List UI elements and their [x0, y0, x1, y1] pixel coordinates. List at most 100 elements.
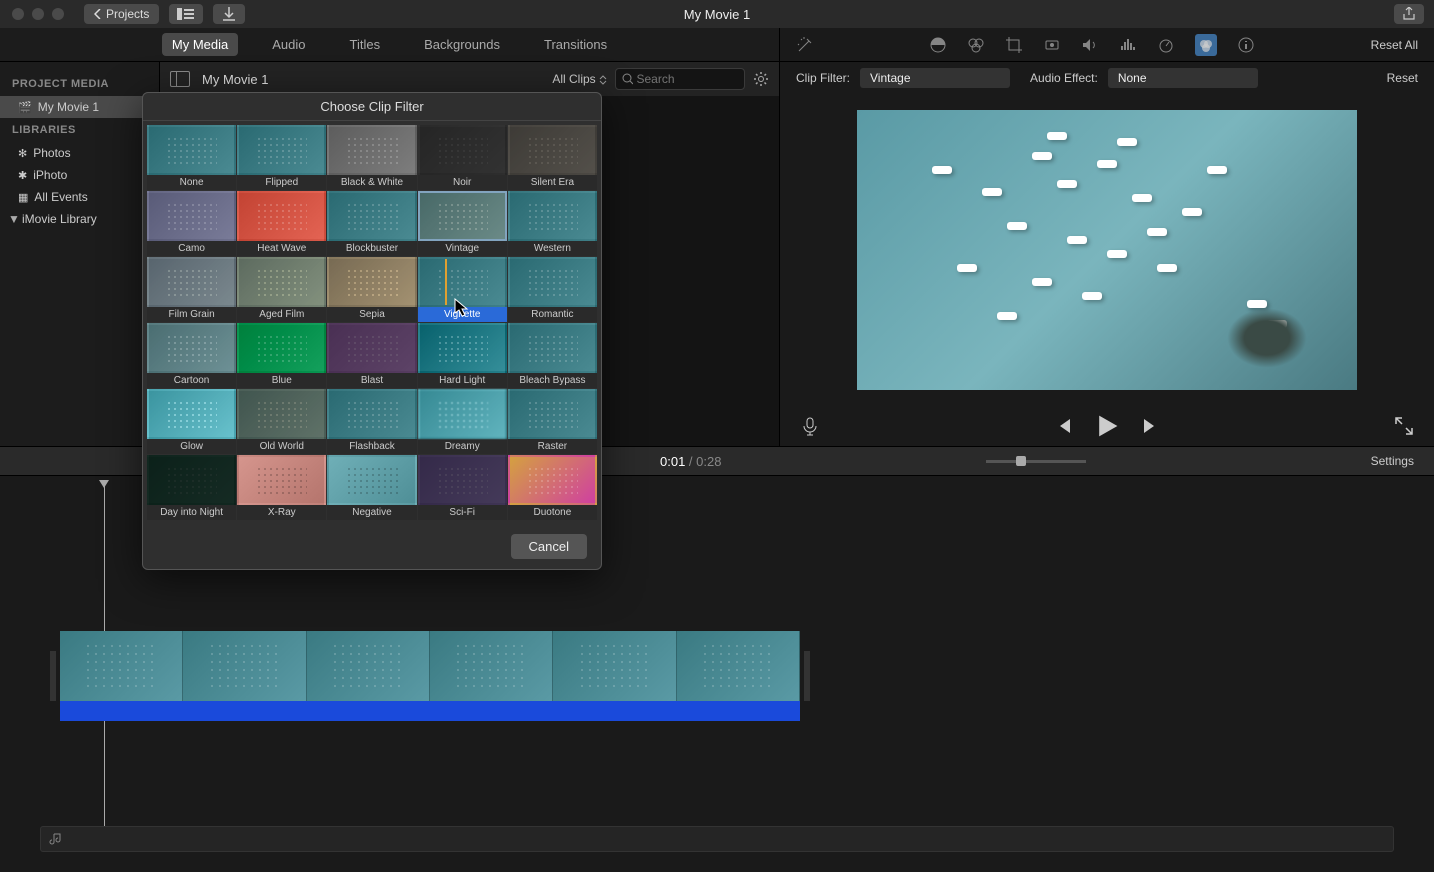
tab-my-media[interactable]: My Media [162, 33, 238, 56]
filter-option-duotone[interactable]: Duotone [508, 455, 597, 520]
search-input[interactable] [637, 72, 739, 86]
filter-thumbnail [508, 191, 597, 241]
filter-option-aged-film[interactable]: Aged Film [237, 257, 326, 322]
tab-audio[interactable]: Audio [262, 33, 315, 56]
filter-option-old-world[interactable]: Old World [237, 389, 326, 454]
filter-option-bleach-bypass[interactable]: Bleach Bypass [508, 323, 597, 388]
filter-option-vignette[interactable]: Vignette [418, 257, 507, 322]
filter-option-blockbuster[interactable]: Blockbuster [327, 191, 416, 256]
filter-option-x-ray[interactable]: X-Ray [237, 455, 326, 520]
share-button[interactable] [1394, 4, 1424, 24]
filter-option-romantic[interactable]: Romantic [508, 257, 597, 322]
sidebar-toggle-button[interactable] [170, 71, 190, 87]
noise-reduction-icon[interactable] [1119, 36, 1137, 54]
cancel-button[interactable]: Cancel [511, 534, 587, 559]
color-balance-icon[interactable] [929, 36, 947, 54]
filter-option-blast[interactable]: Blast [327, 323, 416, 388]
import-button[interactable] [213, 4, 245, 24]
list-view-button[interactable] [169, 4, 203, 24]
crop-icon[interactable] [1005, 36, 1023, 54]
modal-title: Choose Clip Filter [143, 93, 601, 121]
filter-thumbnail [327, 257, 416, 307]
filter-thumbnail [508, 455, 597, 505]
palm-icon: ✱ [18, 169, 27, 182]
clapperboard-icon: 🎬 [18, 101, 32, 114]
next-button[interactable] [1140, 416, 1160, 436]
stabilization-icon[interactable] [1043, 36, 1061, 54]
audio-effect-value[interactable]: None [1108, 68, 1258, 88]
timeline-settings-button[interactable]: Settings [1371, 454, 1414, 468]
filter-thumbnail [237, 125, 326, 175]
microphone-icon[interactable] [800, 416, 820, 436]
filter-thumbnail [508, 389, 597, 439]
background-music-track[interactable] [40, 826, 1394, 852]
filter-option-vintage[interactable]: Vintage [418, 191, 507, 256]
close-window-button[interactable] [12, 8, 24, 20]
filter-option-heat-wave[interactable]: Heat Wave [237, 191, 326, 256]
filter-option-western[interactable]: Western [508, 191, 597, 256]
filter-option-dreamy[interactable]: Dreamy [418, 389, 507, 454]
filter-option-camo[interactable]: Camo [147, 191, 236, 256]
filter-option-raster[interactable]: Raster [508, 389, 597, 454]
fullscreen-icon[interactable] [1394, 416, 1414, 436]
reset-button[interactable]: Reset [1387, 71, 1418, 85]
filter-thumbnail [327, 389, 416, 439]
clip-trim-handle-left[interactable] [50, 651, 56, 701]
filter-thumbnail [237, 257, 326, 307]
music-note-icon [49, 832, 63, 846]
search-box[interactable] [615, 68, 745, 90]
tab-transitions[interactable]: Transitions [534, 33, 617, 56]
disclosure-triangle-icon[interactable]: ▼ [8, 212, 16, 226]
filter-option-silent-era[interactable]: Silent Era [508, 125, 597, 190]
zoom-window-button[interactable] [52, 8, 64, 20]
filter-option-blue[interactable]: Blue [237, 323, 326, 388]
filter-option-cartoon[interactable]: Cartoon [147, 323, 236, 388]
reset-all-button[interactable]: Reset All [1371, 38, 1418, 52]
zoom-slider[interactable] [986, 460, 1086, 463]
sidebar-item-all-events[interactable]: ▦ All Events [0, 186, 159, 208]
info-icon[interactable] [1237, 36, 1255, 54]
gear-icon[interactable] [753, 71, 769, 87]
clip-trim-handle-right[interactable] [804, 651, 810, 701]
clip-filter-icon[interactable] [1195, 34, 1217, 56]
sidebar-item-imovie-library[interactable]: ▼ iMovie Library [0, 208, 159, 230]
filter-option-glow[interactable]: Glow [147, 389, 236, 454]
filter-label: Western [508, 241, 597, 256]
sidebar-item-iphoto[interactable]: ✱ iPhoto [0, 164, 159, 186]
filter-option-black-white[interactable]: Black & White [327, 125, 416, 190]
filter-label: Flipped [237, 175, 326, 190]
clip-audio-waveform[interactable] [60, 701, 800, 721]
filter-option-negative[interactable]: Negative [327, 455, 416, 520]
filter-option-film-grain[interactable]: Film Grain [147, 257, 236, 322]
play-button[interactable] [1094, 413, 1120, 439]
filter-option-sepia[interactable]: Sepia [327, 257, 416, 322]
filter-option-none[interactable]: None [147, 125, 236, 190]
filter-option-day-into-night[interactable]: Day into Night [147, 455, 236, 520]
filter-option-flashback[interactable]: Flashback [327, 389, 416, 454]
minimize-window-button[interactable] [32, 8, 44, 20]
speed-icon[interactable] [1157, 36, 1175, 54]
enhance-wand-icon[interactable] [796, 36, 814, 54]
section-project-media: PROJECT MEDIA [0, 72, 159, 96]
filter-option-hard-light[interactable]: Hard Light [418, 323, 507, 388]
tab-titles[interactable]: Titles [340, 33, 391, 56]
sidebar-item-label: All Events [34, 190, 87, 204]
filter-thumbnail [327, 125, 416, 175]
color-correction-icon[interactable] [967, 36, 985, 54]
filter-label: Flashback [327, 439, 416, 454]
sidebar-item-photos[interactable]: ✻ Photos [0, 142, 159, 164]
back-to-projects-button[interactable]: Projects [84, 4, 159, 24]
previous-button[interactable] [1054, 416, 1074, 436]
volume-icon[interactable] [1081, 36, 1099, 54]
clip-filter-dropdown[interactable]: All Clips [552, 72, 607, 86]
filter-option-noir[interactable]: Noir [418, 125, 507, 190]
video-clip[interactable] [60, 631, 800, 701]
sidebar-item-project[interactable]: 🎬 My Movie 1 [0, 96, 159, 118]
sidebar-item-label: iMovie Library [22, 212, 97, 226]
filter-option-flipped[interactable]: Flipped [237, 125, 326, 190]
tab-backgrounds[interactable]: Backgrounds [414, 33, 510, 56]
filter-thumbnail [237, 389, 326, 439]
share-icon [1402, 7, 1416, 21]
filter-option-sci-fi[interactable]: Sci-Fi [418, 455, 507, 520]
clip-filter-value[interactable]: Vintage [860, 68, 1010, 88]
